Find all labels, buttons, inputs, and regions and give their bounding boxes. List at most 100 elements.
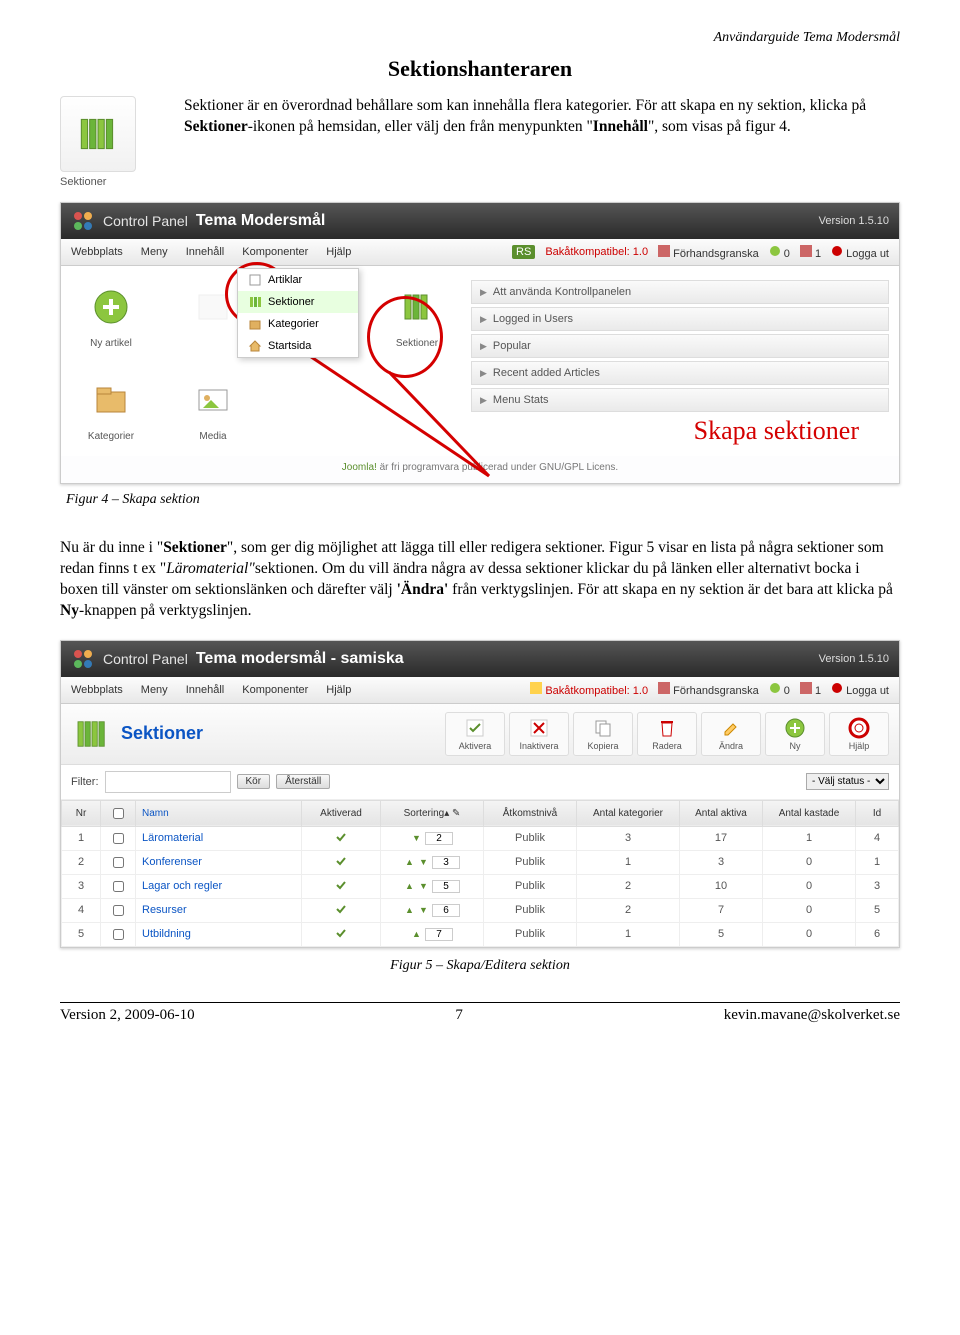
- tool-hjalp[interactable]: Hjälp: [829, 712, 889, 756]
- th-atkomst[interactable]: Åtkomstnivå: [484, 800, 577, 826]
- screenshot-figure-5: Control Panel Tema modersmål - samiska V…: [60, 640, 900, 948]
- sort-input[interactable]: [432, 904, 460, 917]
- sort-input[interactable]: [425, 928, 453, 941]
- tool-ny[interactable]: Ny: [765, 712, 825, 756]
- row-checkbox[interactable]: [113, 929, 124, 940]
- accordion-kontrollpanel[interactable]: ▶Att använda Kontrollpanelen: [471, 280, 889, 304]
- panel-ny-artikel[interactable]: Ny artikel: [71, 280, 151, 349]
- menu-komponenter[interactable]: Komponenter: [242, 684, 308, 696]
- section-link[interactable]: Resurser: [142, 904, 187, 916]
- menu-meny[interactable]: Meny: [141, 684, 168, 696]
- menu-hjalp[interactable]: Hjälp: [326, 246, 351, 258]
- th-antalkat[interactable]: Antal kategorier: [577, 800, 680, 826]
- preview-link[interactable]: Förhandsgranska: [658, 682, 759, 697]
- logout-link[interactable]: Logga ut: [831, 245, 889, 260]
- compat-label: Bakåtkompatibel: 1.0: [545, 246, 648, 258]
- sektioner-icon-label: Sektioner: [60, 176, 170, 188]
- table-row: 4Resurser▲ ▼ Publik2705: [62, 898, 899, 922]
- table-row: 5Utbildning▲ Publik1506: [62, 922, 899, 946]
- status-select[interactable]: - Välj status -: [806, 773, 889, 790]
- footer-left: Version 2, 2009-06-10: [60, 1007, 195, 1024]
- footer-right: kevin.mavane@skolverket.se: [724, 1007, 900, 1024]
- accordion-loggedin[interactable]: ▶Logged in Users: [471, 307, 889, 331]
- preview-link[interactable]: Förhandsgranska: [658, 245, 759, 260]
- body-paragraph-2: Nu är du inne i "Sektioner", som ger dig…: [60, 538, 900, 622]
- innehall-dropdown[interactable]: Artiklar Sektioner Kategorier Startsida: [237, 268, 359, 358]
- section-link[interactable]: Utbildning: [142, 928, 191, 940]
- tool-kopiera[interactable]: Kopiera: [573, 712, 633, 756]
- check-icon[interactable]: [334, 854, 348, 868]
- control-panel-label: Control Panel: [103, 651, 188, 667]
- btn-aterstall[interactable]: Återställ: [276, 774, 330, 789]
- sektioner-title: Sektioner: [71, 713, 203, 755]
- menu-innehall[interactable]: Innehåll: [186, 246, 225, 258]
- sort-input[interactable]: [425, 832, 453, 845]
- sort-input[interactable]: [432, 856, 460, 869]
- filter-input[interactable]: [105, 771, 231, 793]
- red-caption: Skapa sektioner: [694, 416, 859, 446]
- tool-radera[interactable]: Radera: [637, 712, 697, 756]
- section-link[interactable]: Konferenser: [142, 856, 202, 868]
- user-count[interactable]: 1: [800, 682, 821, 697]
- btn-kor[interactable]: Kör: [237, 774, 271, 789]
- control-panel-label: Control Panel: [103, 213, 188, 229]
- rs-badge[interactable]: RS: [512, 245, 535, 259]
- panel-kategorier[interactable]: Kategorier: [71, 373, 151, 442]
- row-checkbox[interactable]: [113, 905, 124, 916]
- table-row: 2Konferenser▲ ▼ Publik1301: [62, 850, 899, 874]
- tool-andra[interactable]: Ändra: [701, 712, 761, 756]
- sektioner-large-icon: [60, 96, 136, 172]
- accordion-menustats[interactable]: ▶Menu Stats: [471, 388, 889, 412]
- row-checkbox[interactable]: [113, 881, 124, 892]
- th-aktiverad[interactable]: Aktiverad: [302, 800, 381, 826]
- footer-page-number: 7: [455, 1007, 463, 1024]
- th-nr[interactable]: Nr: [62, 800, 101, 826]
- joomla-icon: [71, 647, 95, 671]
- section-link[interactable]: Lagar och regler: [142, 880, 222, 892]
- figure-4-caption: Figur 4 – Skapa sektion: [66, 492, 900, 508]
- th-antalkast[interactable]: Antal kastade: [763, 800, 856, 826]
- menu-komponenter[interactable]: Komponenter: [242, 246, 308, 258]
- tool-inaktivera[interactable]: Inaktivera: [509, 712, 569, 756]
- th-id[interactable]: Id: [856, 800, 899, 826]
- th-check[interactable]: [101, 800, 136, 826]
- running-header: Användarguide Tema Modersmål: [60, 30, 900, 46]
- row-checkbox[interactable]: [113, 857, 124, 868]
- menu-meny[interactable]: Meny: [141, 246, 168, 258]
- msg-count[interactable]: 0: [769, 245, 790, 260]
- accordion-recent[interactable]: ▶Recent added Articles: [471, 361, 889, 385]
- check-icon[interactable]: [334, 830, 348, 844]
- site-name: Tema Modersmål: [196, 212, 326, 230]
- table-row: 1Läromaterial ▼ Publik31714: [62, 826, 899, 850]
- kategorier-icon: [248, 317, 262, 331]
- sort-input[interactable]: [432, 880, 460, 893]
- section-link[interactable]: Läromaterial: [142, 832, 203, 844]
- check-icon[interactable]: [334, 926, 348, 940]
- footer-rule: [60, 1002, 900, 1003]
- intro-paragraph: Sektioner är en överordnad behållare som…: [184, 96, 900, 188]
- table-row: 3Lagar och regler▲ ▼ Publik21003: [62, 874, 899, 898]
- th-antalakt[interactable]: Antal aktiva: [680, 800, 763, 826]
- page-footer: Version 2, 2009-06-10 7 kevin.mavane@sko…: [0, 1005, 960, 1034]
- th-namn[interactable]: Namn: [136, 800, 302, 826]
- figure-5-caption: Figur 5 – Skapa/Editera sektion: [60, 958, 900, 974]
- site-name-2: Tema modersmål - samiska: [196, 650, 404, 668]
- user-count[interactable]: 1: [800, 245, 821, 260]
- check-icon[interactable]: [334, 878, 348, 892]
- menu-innehall[interactable]: Innehåll: [186, 684, 225, 696]
- check-icon[interactable]: [334, 902, 348, 916]
- joomla-icon: [71, 209, 95, 233]
- tool-aktivera[interactable]: Aktivera: [445, 712, 505, 756]
- msg-count[interactable]: 0: [769, 682, 790, 697]
- sektioner-icon: [248, 295, 262, 309]
- logout-link[interactable]: Logga ut: [831, 682, 889, 697]
- row-checkbox[interactable]: [113, 833, 124, 844]
- th-sortering[interactable]: Sortering▴ ✎: [381, 800, 484, 826]
- compat-label: Bakåtkompatibel: 1.0: [530, 682, 648, 697]
- panel-media[interactable]: Media: [173, 373, 253, 442]
- accordion-popular[interactable]: ▶Popular: [471, 334, 889, 358]
- menu-webbplats[interactable]: Webbplats: [71, 684, 123, 696]
- menu-webbplats[interactable]: Webbplats: [71, 246, 123, 258]
- sektioner-table: Nr Namn Aktiverad Sortering▴ ✎ Åtkomstni…: [61, 800, 899, 947]
- menu-hjalp[interactable]: Hjälp: [326, 684, 351, 696]
